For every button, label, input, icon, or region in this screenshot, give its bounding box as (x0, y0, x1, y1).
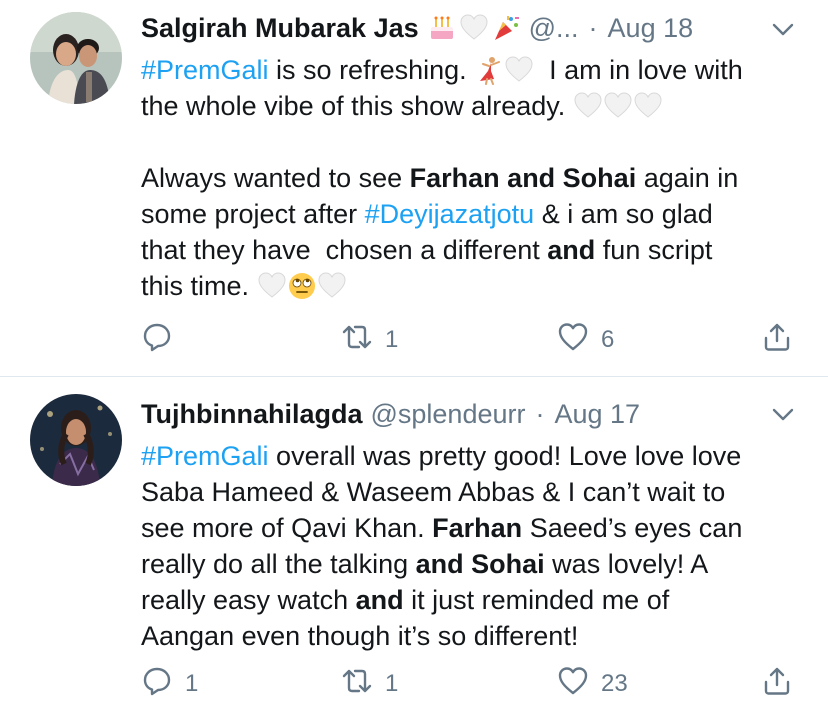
rolling-eyes-emoji-icon (287, 271, 317, 301)
share-icon (761, 665, 793, 704)
bold-text: Farhan (432, 513, 523, 543)
tweet-text-line: see more of Qavi Khan. Farhan Saeed’s ey… (141, 510, 801, 546)
retweet-icon (341, 321, 373, 360)
author-handle[interactable]: @... (529, 13, 579, 44)
avatar[interactable] (30, 12, 122, 104)
tweet-text-line: #PremGali overall was pretty good! Love … (141, 438, 801, 474)
text-segment: & i am so glad (534, 199, 713, 229)
chevron-down-icon[interactable] (770, 16, 796, 42)
bold-text: and (355, 585, 404, 615)
tweet-header: Tujhbinnahilagda @splendeurr · Aug 17 (141, 394, 788, 434)
text-segment: Saba Hameed & Waseem Abbas & I can’t wai… (141, 477, 726, 507)
share-button[interactable] (761, 320, 793, 360)
text-segment: Saeed’s eyes can (522, 513, 743, 543)
dancer-emoji-icon (474, 55, 504, 85)
white-heart-emoji-icon (257, 271, 287, 301)
tweet-date[interactable]: Aug 17 (554, 399, 640, 430)
tweet-text-line: that they have chosen a different and fu… (141, 232, 801, 268)
tweet-text-line: #PremGali is so refreshing. I am in love… (141, 52, 801, 88)
tweet-actions: 1 1 23 (141, 664, 801, 704)
white-heart-emoji-icon (317, 271, 347, 301)
tweet-text: #PremGali is so refreshing. I am in love… (141, 52, 801, 304)
like-count: 6 (601, 326, 615, 353)
share-button[interactable] (761, 664, 793, 704)
reply-icon (141, 321, 173, 360)
cake-emoji-icon (427, 13, 457, 43)
tweet-date[interactable]: Aug 18 (608, 13, 694, 44)
text-segment: Always wanted to see (141, 163, 410, 193)
text-segment: fun script (595, 235, 713, 265)
separator-dot: · (535, 398, 545, 429)
retweet-count: 1 (385, 326, 399, 353)
text-segment: I am in love with (534, 55, 743, 85)
tweet-text-line: this time. (141, 268, 801, 304)
tweet-text-line (141, 124, 801, 160)
hashtag-link[interactable]: #PremGali (141, 52, 269, 88)
hashtag-link[interactable]: #PremGali (141, 438, 269, 474)
hashtag-link[interactable]: #Deyijazatjotu (365, 196, 535, 232)
avatar[interactable] (30, 394, 122, 486)
like-count: 23 (601, 670, 628, 697)
text-segment: overall was pretty good! Love love love (268, 441, 742, 471)
author-name[interactable]: Salgirah Mubarak Jas (141, 13, 419, 44)
heart-icon (557, 665, 589, 704)
reply-count: 1 (185, 670, 199, 697)
text-segment: some project after (141, 199, 365, 229)
bold-text: and Sohai (415, 549, 545, 579)
tweet-text-line: Saba Hameed & Waseem Abbas & I can’t wai… (141, 474, 801, 510)
separator-dot: · (588, 12, 598, 43)
text-segment: see more of Qavi Khan. (141, 513, 433, 543)
like-button[interactable]: 23 (557, 664, 628, 704)
bold-text: and (547, 235, 596, 265)
white-heart-emoji-icon (633, 91, 663, 121)
text-segment: Aangan even though it’s so different! (141, 621, 579, 651)
tweet-text: #PremGali overall was pretty good! Love … (141, 438, 801, 654)
text-segment: is so refreshing. (268, 55, 475, 85)
retweet-icon (341, 665, 373, 704)
retweet-count: 1 (385, 670, 399, 697)
text-segment: this time. (141, 271, 257, 301)
tweet-text-line: really easy watch and it just reminded m… (141, 582, 801, 618)
text-segment: it just reminded me of (403, 585, 670, 615)
tweet-text-line: the whole vibe of this show already. (141, 88, 801, 124)
text-segment: really do all the talking (141, 549, 416, 579)
author-handle[interactable]: @splendeurr (370, 399, 525, 430)
white-heart-emoji-icon (573, 91, 603, 121)
retweet-button[interactable]: 1 (341, 664, 398, 704)
text-segment: that they have chosen a different (141, 235, 548, 265)
reply-icon (141, 665, 173, 704)
chevron-down-icon[interactable] (770, 401, 796, 427)
white-heart-emoji-icon (459, 13, 489, 43)
text-segment: again in (636, 163, 739, 193)
tweet-text-line: some project after #Deyijazatjotu & i am… (141, 196, 801, 232)
text-segment: was lovely! A (544, 549, 709, 579)
party-popper-emoji-icon (491, 13, 521, 43)
bold-text: Farhan and Sohai (409, 163, 637, 193)
tweet-header: Salgirah Mubarak Jas @... · Aug 18 (141, 8, 788, 48)
tweet-text-line: Always wanted to see Farhan and Sohai ag… (141, 160, 801, 196)
heart-icon (557, 321, 589, 360)
author-name[interactable]: Tujhbinnahilagda (141, 399, 362, 430)
tweet[interactable]: Salgirah Mubarak Jas @... · Aug 18 #Prem… (0, 0, 828, 376)
retweet-button[interactable]: 1 (341, 320, 398, 360)
name-emojis (427, 13, 521, 43)
text-segment: really easy watch (141, 585, 356, 615)
tweet[interactable]: Tujhbinnahilagda @splendeurr · Aug 17 #P… (0, 377, 828, 716)
white-heart-emoji-icon (603, 91, 633, 121)
tweet-text-line: really do all the talking and Sohai was … (141, 546, 801, 582)
tweet-text-line: Aangan even though it’s so different! (141, 618, 801, 654)
text-segment: the whole vibe of this show already. (141, 91, 573, 121)
reply-button[interactable]: 1 (141, 664, 198, 704)
share-icon (761, 321, 793, 360)
white-heart-emoji-icon (504, 55, 534, 85)
tweet-actions: 1 6 (141, 320, 801, 360)
like-button[interactable]: 6 (557, 320, 614, 360)
reply-button[interactable] (141, 320, 185, 360)
